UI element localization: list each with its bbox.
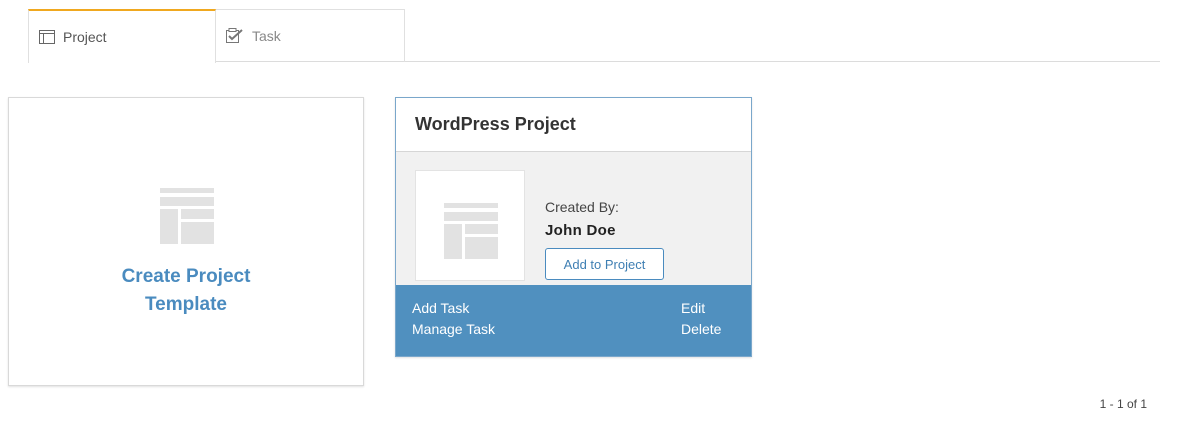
tab-task-label: Task: [252, 28, 281, 44]
create-project-template-card[interactable]: Create Project Template: [8, 97, 364, 386]
template-layout-icon: [160, 188, 214, 249]
template-layout-icon: [444, 203, 498, 264]
add-to-project-button[interactable]: Add to Project: [545, 248, 664, 280]
tab-project-label: Project: [63, 29, 107, 45]
task-check-icon: [226, 28, 244, 44]
project-card: WordPress Project Created By: John Doe A…: [395, 97, 752, 357]
tab-project[interactable]: Project: [28, 9, 216, 63]
tab-bar: Project Task: [28, 9, 1188, 63]
edit-link[interactable]: Edit: [681, 298, 705, 318]
created-by-name: John Doe: [545, 222, 616, 239]
created-by-label: Created By:: [545, 199, 619, 215]
pagination-summary: 1 - 1 of 1: [1099, 397, 1147, 411]
delete-link[interactable]: Delete: [681, 319, 721, 339]
project-card-title: WordPress Project: [396, 98, 751, 152]
create-project-template-label: Create Project Template: [121, 266, 251, 315]
tab-task[interactable]: Task: [216, 9, 405, 62]
project-card-body: Created By: John Doe Add to Project: [396, 152, 751, 286]
manage-task-link[interactable]: Manage Task: [412, 319, 495, 339]
folder-icon: [39, 30, 55, 44]
page: Project Task Create Project Template Wor…: [0, 0, 1188, 435]
project-card-footer: Add Task Manage Task Edit Delete: [396, 285, 751, 356]
project-thumbnail: [415, 170, 525, 281]
add-task-link[interactable]: Add Task: [412, 298, 469, 318]
